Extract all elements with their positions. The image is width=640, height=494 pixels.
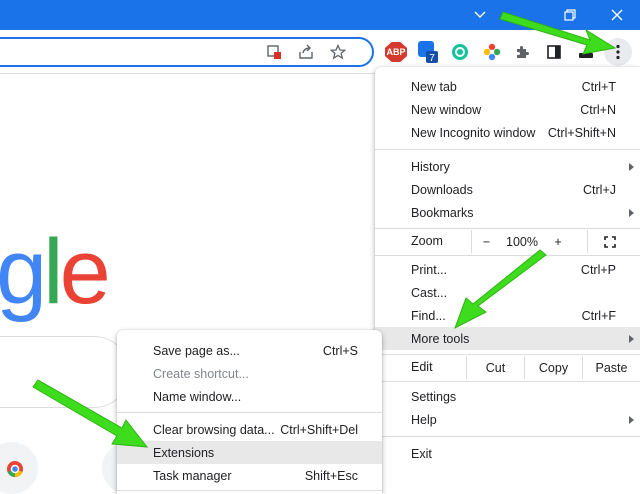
menu-item-new-tab[interactable]: New tab Ctrl+T [375, 75, 640, 98]
submenu-item-name-window[interactable]: Name window... [117, 385, 382, 408]
menu-divider [117, 412, 382, 413]
extensions-puzzle-icon[interactable] [508, 38, 536, 66]
menu-divider [375, 354, 640, 355]
adblock-plus-icon[interactable]: ABP [382, 38, 410, 66]
zoom-row: Zoom − 100% + [375, 230, 640, 253]
bookmark-star-icon[interactable] [324, 38, 352, 66]
zoom-level-value: 100% [506, 234, 538, 249]
address-bar[interactable] [0, 37, 374, 67]
copy-button[interactable]: Copy [524, 356, 582, 379]
submenu-arrow-icon [629, 334, 634, 343]
chrome-icon [7, 461, 23, 478]
paste-button[interactable]: Paste [582, 356, 640, 379]
menu-divider [375, 255, 640, 256]
menu-item-print[interactable]: Print... Ctrl+P [375, 258, 640, 281]
submenu-arrow-icon [629, 415, 634, 424]
tab-search-chevron-icon[interactable] [460, 0, 500, 30]
logo-letter-l: l [43, 221, 64, 323]
submenu-arrow-icon [629, 208, 634, 217]
menu-divider [375, 149, 640, 150]
shortcut-tile[interactable] [0, 442, 38, 494]
menu-item-cast[interactable]: Cast... [375, 281, 640, 304]
menu-item-new-incognito-window[interactable]: New Incognito window Ctrl+Shift+N [375, 121, 640, 144]
profile-avatar-icon[interactable] [572, 38, 600, 66]
logo-letter-e: e [59, 221, 111, 323]
submenu-item-clear-browsing-data[interactable]: Clear browsing data... Ctrl+Shift+Del [117, 418, 382, 441]
search-box[interactable] [0, 336, 130, 408]
submenu-arrow-icon [629, 162, 634, 171]
menu-item-new-window[interactable]: New window Ctrl+N [375, 98, 640, 121]
chrome-menu-kebab-icon[interactable] [604, 38, 632, 66]
window-title-bar [0, 0, 640, 30]
cut-button[interactable]: Cut [466, 356, 524, 379]
submenu-item-extensions[interactable]: Extensions [117, 441, 382, 464]
submenu-item-create-shortcut: Create shortcut... [153, 366, 249, 381]
zoom-out-button[interactable]: − [471, 230, 501, 253]
more-tools-submenu: Save page as... Ctrl+S Create shortcut..… [117, 330, 382, 494]
menu-item-more-tools[interactable]: More tools [375, 327, 640, 350]
logo-letter-g: g [0, 221, 47, 323]
menu-item-history[interactable]: History [375, 155, 640, 178]
menu-divider [375, 381, 640, 382]
menu-item-find[interactable]: Find... Ctrl+F [375, 304, 640, 327]
menu-item-settings[interactable]: Settings [375, 385, 640, 408]
side-panel-icon[interactable] [540, 38, 568, 66]
menu-item-exit[interactable]: Exit [375, 442, 640, 465]
submenu-item-task-manager[interactable]: Task manager Shift+Esc [117, 464, 382, 487]
restore-window-icon[interactable] [550, 0, 590, 30]
edit-row: Edit Cut Copy Paste [375, 356, 640, 379]
menu-item-help[interactable]: Help [375, 408, 640, 431]
google-logo: gle [0, 226, 111, 318]
extension-badge-icon[interactable]: 7 [414, 38, 442, 66]
menu-divider [375, 228, 640, 229]
color-wheel-extension-icon[interactable] [478, 38, 506, 66]
close-window-icon[interactable] [597, 0, 637, 30]
install-app-icon[interactable] [260, 38, 288, 66]
share-icon[interactable] [292, 38, 320, 66]
grammar-extension-icon[interactable] [446, 38, 474, 66]
menu-item-downloads[interactable]: Downloads Ctrl+J [375, 178, 640, 201]
chrome-main-menu: New tab Ctrl+T New window Ctrl+N New Inc… [375, 67, 640, 494]
extension-badge-count: 7 [429, 53, 435, 64]
zoom-in-button[interactable]: + [543, 230, 573, 253]
menu-item-bookmarks[interactable]: Bookmarks [375, 201, 640, 224]
menu-divider [375, 436, 640, 437]
submenu-item-save-page[interactable]: Save page as... Ctrl+S [117, 339, 382, 362]
fullscreen-icon[interactable] [587, 230, 631, 253]
menu-divider [117, 490, 382, 491]
